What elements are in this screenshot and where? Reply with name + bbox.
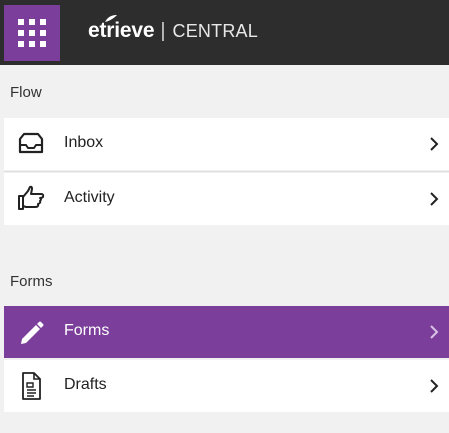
- document-icon: [22, 372, 41, 400]
- nav-item-label: Inbox: [64, 134, 104, 151]
- nav-item-drafts[interactable]: Drafts: [4, 360, 449, 412]
- nav-item-forms[interactable]: Forms: [4, 306, 449, 358]
- divider: [4, 171, 449, 172]
- chevron-right-icon: [430, 192, 439, 206]
- nav-item-label: Drafts: [64, 376, 107, 393]
- nav-item-activity[interactable]: Activity: [4, 173, 449, 225]
- chevron-right-icon: [430, 137, 439, 151]
- brand-logo: etrieve: [88, 15, 155, 43]
- nav-item-label: Activity: [64, 189, 115, 206]
- pencil-icon: [21, 321, 44, 344]
- brand-logo-text: etrieve: [88, 19, 155, 42]
- app-header: etrieve | CENTRAL: [0, 0, 449, 65]
- brand-separator: |: [160, 20, 166, 42]
- brand: etrieve | CENTRAL: [88, 15, 258, 49]
- chevron-right-icon: [430, 379, 439, 393]
- nav-item-label: Forms: [64, 322, 110, 339]
- chevron-right-icon: [430, 325, 439, 339]
- grid-icon: [18, 19, 46, 47]
- nav-item-inbox[interactable]: Inbox: [4, 118, 449, 170]
- app-launcher-button[interactable]: [4, 5, 60, 61]
- hand-pointing-icon: [18, 185, 45, 210]
- inbox-tray-icon: [18, 132, 44, 154]
- section-label-forms: Forms: [10, 273, 53, 290]
- leaf-icon: [105, 15, 117, 22]
- section-label-flow: Flow: [10, 84, 42, 101]
- brand-product-name: CENTRAL: [172, 21, 258, 41]
